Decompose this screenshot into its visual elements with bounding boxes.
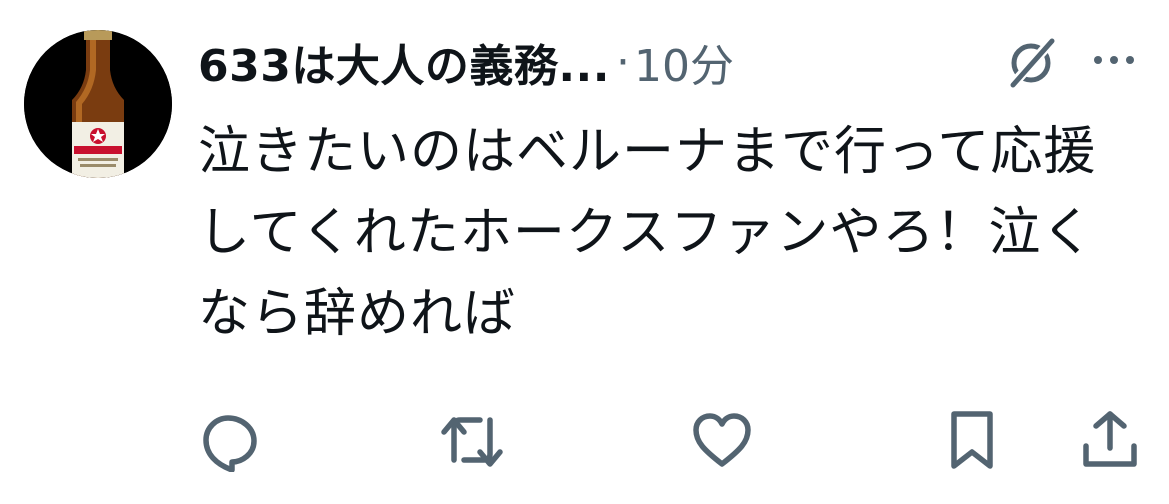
avatar[interactable] — [24, 30, 172, 178]
bookmark-icon[interactable] — [940, 408, 1004, 472]
like-icon[interactable] — [690, 408, 754, 472]
tweet-text: 泣きたいのはベルーナまで行って応援してくれたホークスファンやろ！泣くなら辞めれば — [198, 122, 1097, 344]
display-name[interactable]: 633は大人の義務... — [198, 30, 610, 94]
retweet-icon[interactable] — [440, 408, 504, 472]
beer-bottle-icon — [24, 30, 172, 178]
more-icon[interactable] — [1092, 48, 1136, 72]
timestamp[interactable]: 10分 — [634, 30, 734, 94]
reply-icon[interactable] — [198, 408, 262, 473]
share-icon[interactable] — [1078, 408, 1142, 472]
separator-dot: · — [616, 36, 630, 88]
grok-icon[interactable] — [1003, 35, 1059, 91]
tweet-card[interactable]: 633は大人の義務... · 10分 泣きたいのはベルーナまで行って応援してくれ… — [0, 0, 1169, 504]
